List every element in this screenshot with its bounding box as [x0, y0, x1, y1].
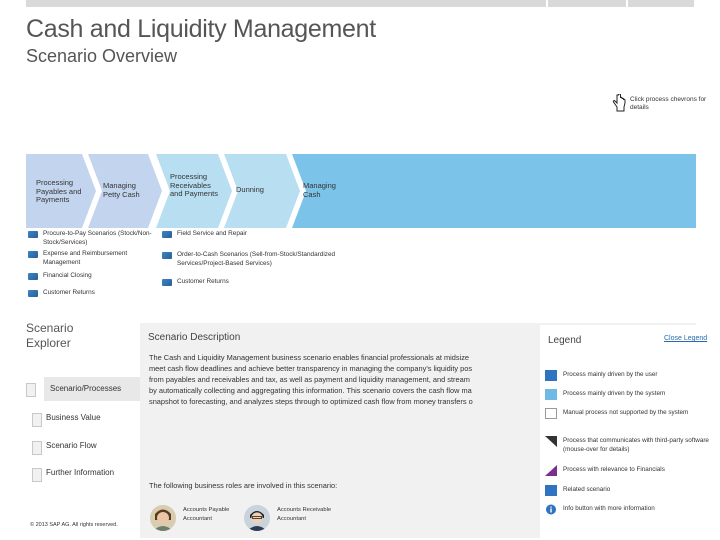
role-name: Accounts Payable Accountant — [183, 507, 230, 522]
process-label[interactable]: Managing Cash — [303, 181, 343, 199]
nav-item-scenario-flow[interactable]: Scenario Flow — [32, 441, 97, 455]
description-heading: Scenario Description — [148, 332, 241, 343]
avatar — [150, 505, 176, 531]
header-bar — [628, 0, 694, 7]
related-scenario-link[interactable]: Customer Returns — [28, 289, 148, 298]
legend-item-label: Manual process not supported by the syst… — [563, 409, 689, 416]
description-line: from payables and receivables and tax, a… — [149, 375, 470, 384]
legend-item-label: Process that communicates with third-par… — [563, 437, 709, 453]
pointer-hand-icon — [612, 94, 626, 112]
description-text: The Cash and Liquidity Management busine… — [149, 352, 539, 407]
close-legend-link[interactable]: Close Legend — [664, 335, 707, 342]
page-subtitle: Scenario Overview — [26, 46, 178, 66]
related-scenario-link[interactable]: Expense and Reimbursement Management — [28, 250, 148, 267]
nav-item-further-information[interactable]: Further Information — [31, 468, 114, 482]
process-label[interactable]: Processing Receivables and Payments — [170, 172, 224, 199]
legend-item-label: Process mainly driven by the system — [563, 390, 666, 397]
process-chevron-5[interactable] — [292, 154, 696, 228]
nav-item-scenario-processes[interactable]: Scenario/Processes — [26, 377, 140, 401]
hint-text: Click process chevrons for details — [630, 96, 707, 111]
role-name: Accounts Receivable Accountant — [277, 507, 332, 522]
avatar — [244, 505, 270, 531]
process-label[interactable]: Managing Petty Cash — [103, 181, 153, 199]
related-scenario-link[interactable]: Field Service and Repair — [162, 230, 352, 239]
related-scenario-link[interactable]: Customer Returns — [162, 278, 282, 287]
description-line: snapshot to forecasting, and analyzes st… — [149, 397, 473, 406]
legend-item-label: Related scenario — [563, 486, 611, 493]
manual-process-icon — [545, 408, 557, 419]
related-scenario-link[interactable]: Financial Closing — [28, 272, 148, 281]
copyright: © 2013 SAP AG. All rights reserved. — [30, 522, 118, 528]
third-party-icon — [545, 436, 557, 447]
description-line: meet cash flow deadlines and achieve bet… — [149, 364, 473, 373]
system-process-icon — [545, 389, 557, 400]
nav-item-business-value[interactable]: Business Value — [32, 413, 101, 427]
legend-item-label: Info button with more information — [563, 505, 655, 512]
related-scenario-link[interactable]: Order-to-Cash Scenarios (Sell-from-Stock… — [162, 251, 362, 268]
explorer-title: Scenario Explorer — [26, 321, 74, 350]
description-line: The Cash and Liquidity Management busine… — [149, 353, 470, 362]
legend-item-label: Process with relevance to Financials — [563, 466, 665, 473]
legend-panel: Legend Close Legend Process mainly drive… — [540, 325, 720, 540]
related-scenario-icon — [545, 485, 557, 496]
info-icon — [546, 504, 556, 515]
page-title: Cash and Liquidity Management — [26, 15, 376, 43]
process-label[interactable]: Dunning — [236, 185, 276, 195]
related-scenario-link[interactable]: Procure-to-Pay Scenarios (Stock/Non-Stoc… — [28, 230, 158, 247]
header-bar — [548, 0, 626, 7]
user-process-icon — [545, 370, 557, 381]
process-label[interactable]: Processing Payables and Payments — [36, 178, 92, 205]
financials-icon — [545, 465, 557, 476]
header-bar — [26, 0, 546, 7]
legend-item-label: Process mainly driven by the user — [563, 371, 658, 378]
roles-heading: The following business roles are involve… — [149, 481, 338, 490]
legend-title: Legend — [548, 335, 582, 346]
description-line: by automatically collecting and aggregat… — [149, 386, 472, 395]
